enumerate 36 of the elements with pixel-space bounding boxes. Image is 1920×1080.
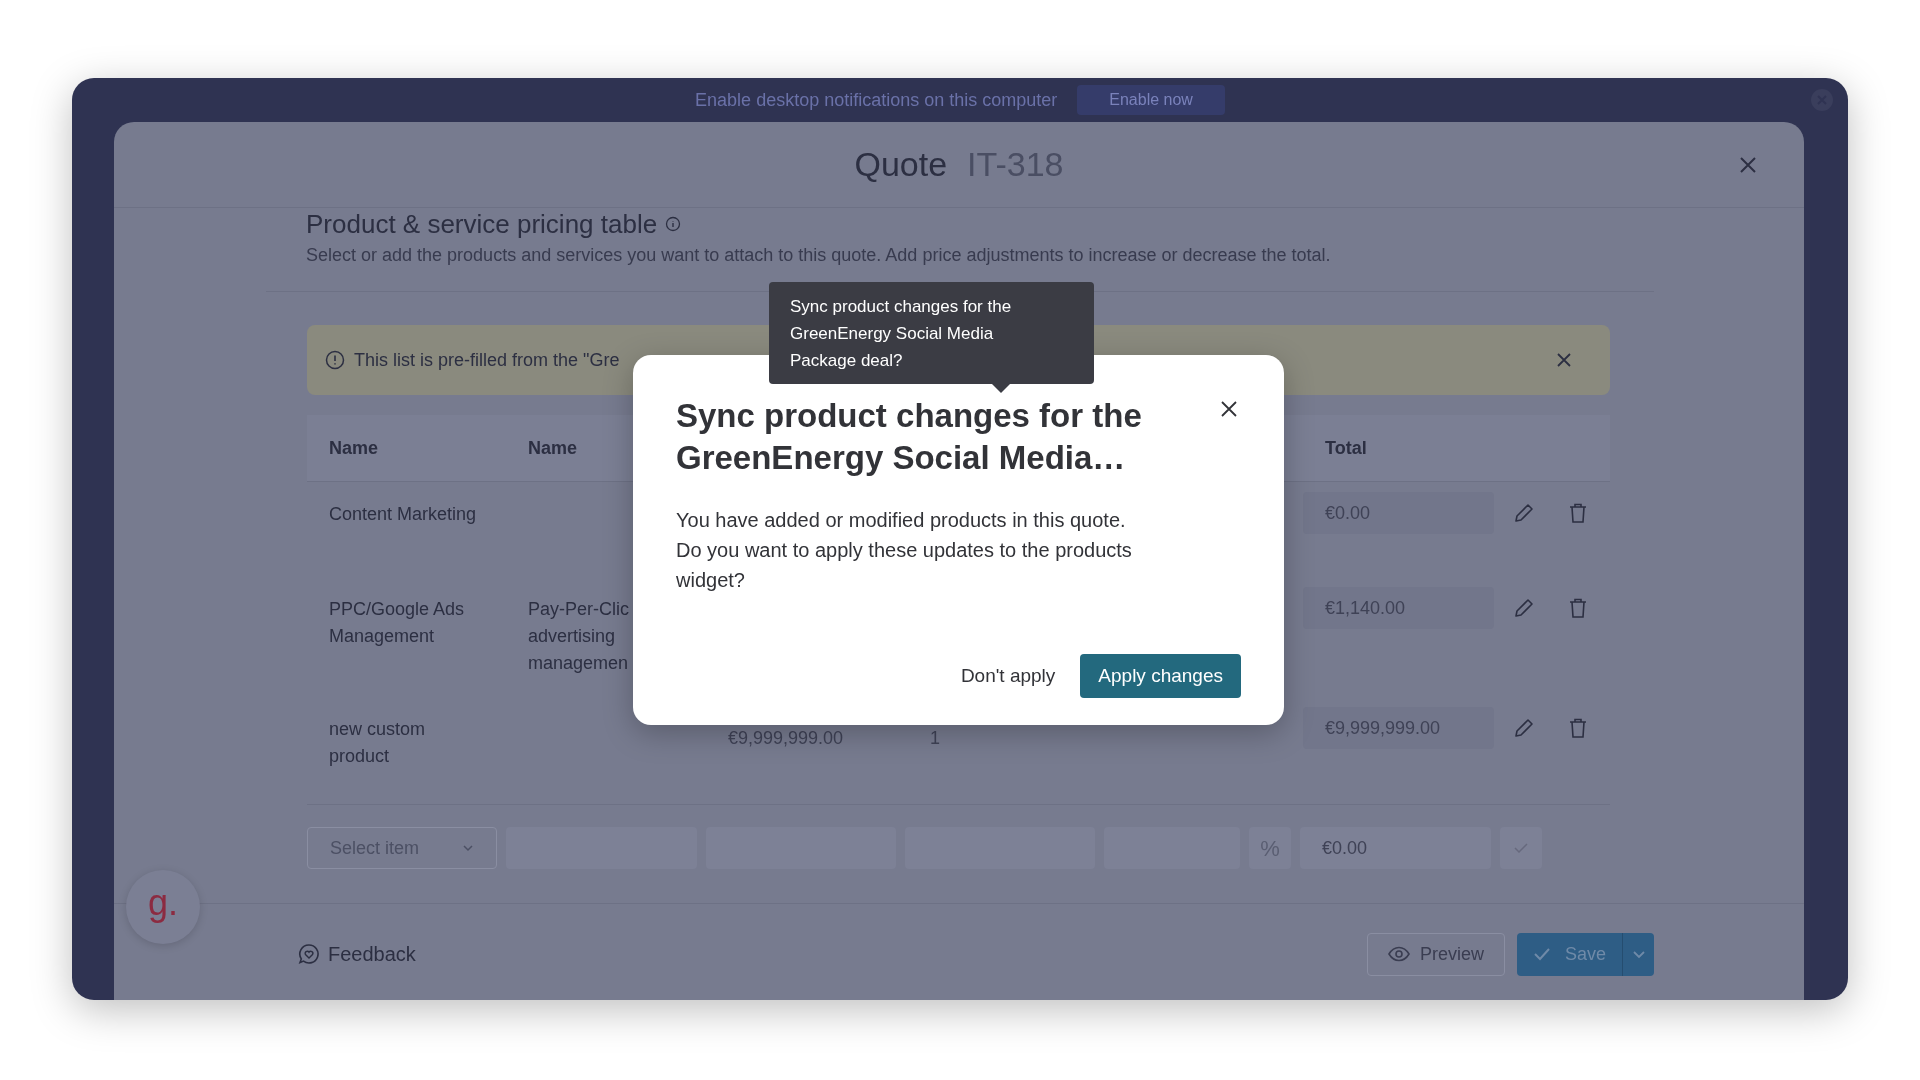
pencil-icon[interactable]	[1513, 597, 1535, 619]
section-title: Product & service pricing table	[306, 209, 658, 239]
product-name: Content Marketing	[329, 503, 478, 526]
info-icon	[665, 216, 682, 232]
chat-heart-icon	[298, 943, 320, 965]
column-header: Name	[329, 436, 380, 460]
save-label: Save	[1564, 942, 1606, 966]
banner-text: This list is pre-filled from the "Gre	[354, 348, 620, 372]
percent-toggle[interactable]: %	[1249, 827, 1291, 869]
preview-button[interactable]: Preview	[1366, 932, 1505, 976]
notification-text: Enable desktop notifications on this computer	[695, 88, 1058, 112]
check-icon	[1513, 840, 1529, 856]
pencil-icon[interactable]	[1513, 502, 1535, 524]
product-name: new custom product	[329, 718, 427, 768]
trash-icon[interactable]	[1567, 597, 1589, 619]
chevron-icon	[462, 842, 474, 854]
trash-icon[interactable]	[1567, 502, 1589, 524]
modal-title: Quote	[854, 144, 948, 185]
section-description: Select or add the products and services you want to attach to this quote. Add price adjustments to increase or decrease the total.	[306, 244, 1332, 267]
save-split-button[interactable]: Save	[1516, 932, 1654, 976]
total-field: €0.00	[1300, 827, 1491, 869]
product-description: Pay-Per-Clic advertising managemen	[528, 598, 630, 675]
column-header: Total	[1324, 436, 1368, 460]
product-name: PPC/Google Ads Management	[329, 598, 466, 648]
dont-apply-button[interactable]: Don't apply	[948, 654, 1068, 698]
apply-button[interactable]: Apply changes	[1080, 654, 1241, 698]
dialog-title: Sync product changes for the GreenEnergy Social Media…	[676, 396, 1143, 478]
enable-button[interactable]: Enable now	[1077, 85, 1225, 115]
trash-icon[interactable]	[1567, 717, 1589, 739]
feedback-link[interactable]: Feedback	[328, 939, 416, 969]
tooltip-text: Sync product changes for the GreenEnergy Social Media Package deal?	[790, 296, 1013, 372]
close-icon[interactable]	[1220, 400, 1238, 418]
dialog-message: You have added or modified products in this quote. Do you want to apply these updates to the products widget?	[676, 508, 1133, 593]
eye-icon	[1387, 946, 1410, 962]
pencil-icon[interactable]	[1513, 717, 1535, 739]
alert-icon	[325, 350, 345, 370]
